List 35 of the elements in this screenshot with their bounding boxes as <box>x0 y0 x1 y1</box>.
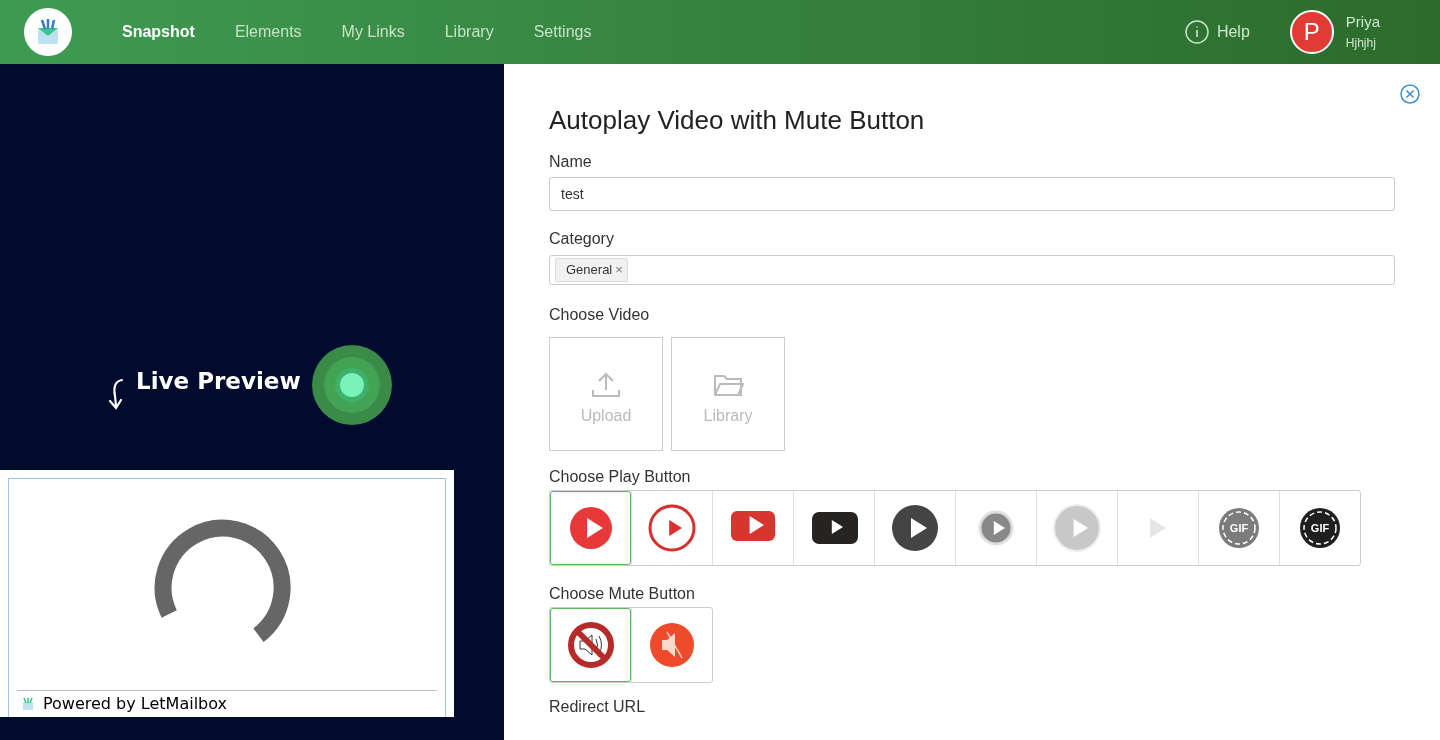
field-label: Name <box>549 152 593 172</box>
remove-tag-icon[interactable]: × <box>615 260 623 280</box>
live-preview-label: Live Preview <box>136 367 301 396</box>
powered-by-text: Powered by LetMailbox <box>43 693 227 715</box>
form-title: Autoplay Video with Mute Button <box>549 104 926 137</box>
tag-label: General <box>565 261 614 280</box>
play-button-option[interactable]: GIF <box>1198 491 1279 565</box>
close-icon[interactable] <box>1400 84 1420 104</box>
app-logo[interactable] <box>24 8 72 56</box>
nav-tab[interactable]: Settings <box>533 20 592 44</box>
field-label: Choose Play Button <box>549 467 692 487</box>
nav-tab[interactable]: Snapshot <box>122 20 195 44</box>
name-input-field[interactable]: test <box>549 177 1395 211</box>
play-button-option[interactable]: GIF <box>1279 491 1360 565</box>
nav-tab[interactable]: Elements <box>234 20 302 44</box>
mute-icon <box>565 620 616 670</box>
field-label: Category <box>549 229 615 249</box>
play-icon <box>890 503 940 553</box>
mute-button-option[interactable] <box>550 608 631 682</box>
field-label: Choose Video <box>549 305 651 325</box>
field-label: Choose Mute Button <box>549 584 696 604</box>
user-avatar[interactable]: P <box>1289 10 1334 54</box>
field-label: Redirect URL <box>549 697 647 717</box>
pulse-dot-icon <box>311 344 393 426</box>
info-icon[interactable] <box>1184 20 1209 44</box>
play-icon <box>1052 503 1102 553</box>
play-icon <box>647 503 697 553</box>
category-input-field[interactable]: General × <box>549 255 1395 285</box>
nav-tab[interactable]: My Links <box>341 20 405 44</box>
mute-icon <box>647 620 697 670</box>
user-subtitle: Hjhjhj <box>1345 35 1377 51</box>
nav-tab[interactable]: Library <box>444 20 494 44</box>
user-name: Priya <box>1345 13 1380 32</box>
play-icon <box>1149 517 1167 539</box>
help-link[interactable]: Help <box>1216 20 1250 44</box>
